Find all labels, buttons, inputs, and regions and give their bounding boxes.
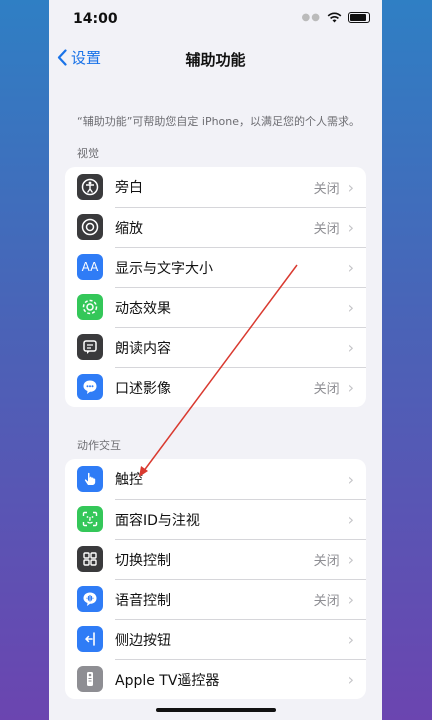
row-label: 侧边按钮: [115, 632, 171, 649]
row-voiceover[interactable]: 旁白 关闭 ›: [65, 167, 366, 207]
row-label: 显示与文字大小: [115, 260, 213, 277]
row-value: 关闭: [313, 382, 340, 397]
row-label: 缩放: [115, 220, 143, 237]
row-touch[interactable]: 触控 ›: [65, 459, 366, 499]
voiceover-icon: [77, 174, 103, 200]
row-value: 关闭: [313, 594, 340, 609]
row-switch-control[interactable]: 切换控制 关闭 ›: [65, 539, 366, 579]
row-label: 旁白: [115, 180, 143, 196]
row-value: 关闭: [313, 554, 340, 569]
row-label: 动态效果: [115, 300, 171, 317]
row-display-text-size[interactable]: AA 显示与文字大小 ›: [65, 247, 366, 287]
row-label: 切换控制: [115, 552, 171, 569]
chevron-right-icon: ›: [347, 510, 354, 529]
apple-tv-remote-icon: [77, 666, 103, 692]
page-description: “辅助功能”可帮助您自定 iPhone，以满足您的个人需求。: [77, 115, 361, 128]
row-label: 触控: [115, 472, 143, 488]
chevron-right-icon: ›: [347, 378, 354, 397]
row-zoom[interactable]: 缩放 关闭 ›: [65, 207, 366, 247]
chevron-right-icon: ›: [347, 258, 354, 277]
status-bar: 14:00 ●●: [49, 0, 382, 40]
chevron-right-icon: ›: [347, 550, 354, 569]
row-side-button[interactable]: 侧边按钮 ›: [65, 619, 366, 659]
row-audio-descriptions[interactable]: 口述影像 关闭 ›: [65, 367, 366, 407]
face-id-icon: [77, 506, 103, 532]
zoom-icon: [77, 214, 103, 240]
vision-group: 旁白 关闭 › 缩放 关闭 › AA 显示与文字大小 › 动态效果 › 朗读内容 ›: [65, 167, 366, 407]
phone-screen: 14:00 ●● 设置 辅助功能 “辅助功能”可帮助您自定 iPhone，以满足…: [49, 0, 382, 720]
chevron-right-icon: ›: [347, 338, 354, 357]
chevron-right-icon: ›: [347, 298, 354, 317]
motion-icon: [77, 294, 103, 320]
page-title: 辅助功能: [185, 51, 246, 69]
chevron-right-icon: ›: [347, 218, 354, 237]
section-title-interaction: 动作交互: [77, 439, 121, 452]
row-label: 朗读内容: [115, 340, 171, 357]
row-label: Apple TV遥控器: [115, 672, 220, 689]
side-button-icon: [77, 626, 103, 652]
row-spoken-content[interactable]: 朗读内容 ›: [65, 327, 366, 367]
row-label: 面容ID与注视: [115, 512, 200, 529]
row-motion[interactable]: 动态效果 ›: [65, 287, 366, 327]
status-time: 14:00: [73, 11, 118, 27]
row-value: 关闭: [313, 222, 340, 237]
touch-icon: [77, 466, 103, 492]
chevron-right-icon: ›: [347, 177, 354, 197]
row-label: 口述影像: [115, 380, 171, 397]
row-value: 关闭: [313, 181, 340, 197]
section-title-vision: 视觉: [77, 147, 99, 160]
home-indicator: [156, 708, 276, 712]
spoken-content-icon: [77, 334, 103, 360]
text-size-icon: AA: [77, 254, 103, 280]
chevron-right-icon: ›: [347, 469, 354, 489]
interaction-group: 触控 › 面容ID与注视 › 切换控制 关闭 › 语音控制 关闭 › 侧边按钮 ›: [65, 459, 366, 699]
audio-description-icon: [77, 374, 103, 400]
switch-control-icon: [77, 546, 103, 572]
row-apple-tv-remote[interactable]: Apple TV遥控器 ›: [65, 659, 366, 699]
battery-icon: [348, 12, 370, 23]
status-icons: ●●: [302, 12, 370, 23]
row-face-id[interactable]: 面容ID与注视 ›: [65, 499, 366, 539]
row-voice-control[interactable]: 语音控制 关闭 ›: [65, 579, 366, 619]
row-label: 语音控制: [115, 592, 171, 609]
wifi-icon: [327, 12, 342, 23]
voice-control-icon: [77, 586, 103, 612]
nav-bar: 设置 辅助功能: [49, 40, 382, 80]
chevron-right-icon: ›: [347, 590, 354, 609]
chevron-right-icon: ›: [347, 670, 354, 689]
chevron-right-icon: ›: [347, 630, 354, 649]
signal-icon: ●●: [301, 12, 321, 23]
